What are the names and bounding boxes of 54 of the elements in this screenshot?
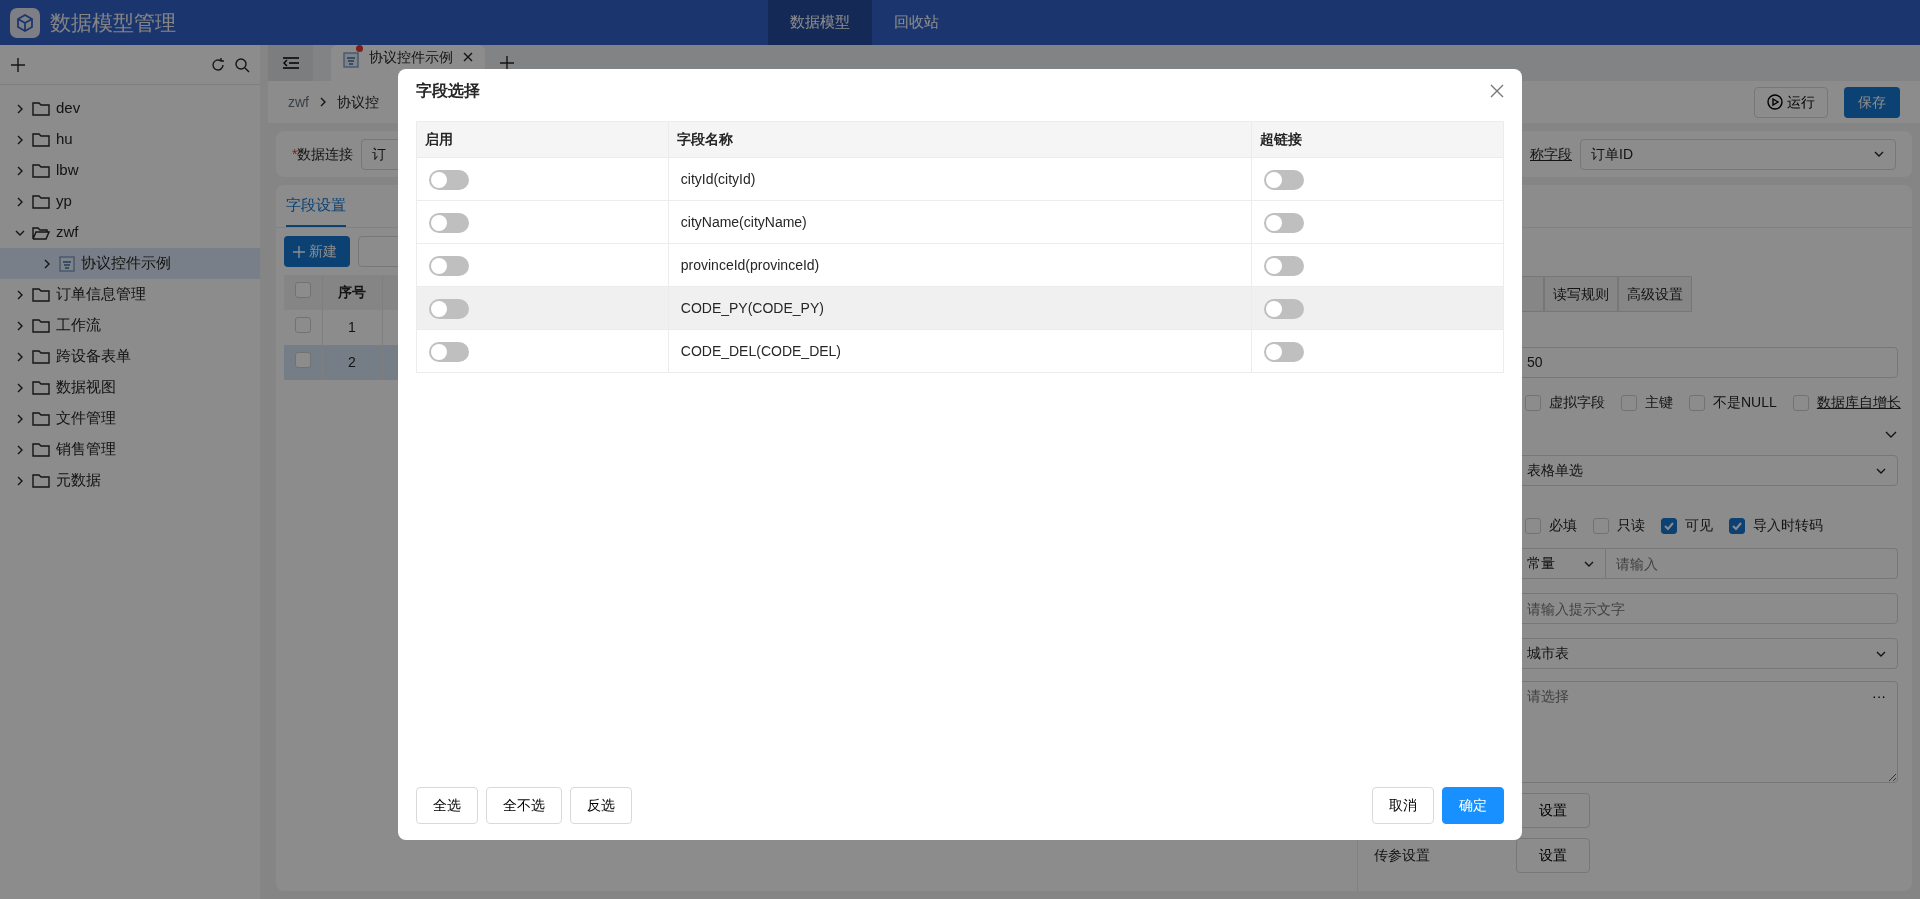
input-field[interactable]: 请输入 bbox=[1606, 548, 1898, 579]
form-label: 传参设置 bbox=[1374, 847, 1430, 863]
tree-item[interactable]: 跨设备表单 bbox=[0, 341, 260, 372]
breadcrumb-item[interactable]: 协议控 bbox=[337, 91, 379, 113]
tree-item[interactable]: 工作流 bbox=[0, 310, 260, 341]
tree-item[interactable]: 销售管理 bbox=[0, 434, 260, 465]
form-label: 数据连接 bbox=[297, 144, 354, 164]
tree-item[interactable]: zwf bbox=[0, 217, 260, 248]
dialog-title: 字段选择 bbox=[416, 81, 480, 101]
column-header: 启用 bbox=[416, 121, 669, 158]
run-button[interactable]: 运行 bbox=[1754, 86, 1828, 118]
settings-button[interactable]: 设置 bbox=[1516, 838, 1590, 873]
save-button[interactable]: 保存 bbox=[1844, 86, 1900, 118]
checkbox-link[interactable]: 数据库自增长 bbox=[1816, 392, 1901, 413]
tree-item[interactable]: 订单信息管理 bbox=[0, 279, 260, 310]
checkbox-label: 导入时转码 bbox=[1753, 516, 1823, 535]
column-header: 字段名称 bbox=[668, 121, 1252, 158]
app-title: 数据模型管理 bbox=[50, 9, 176, 36]
table-cell: cityId(cityId) bbox=[668, 157, 1252, 201]
table-cell: CODE_DEL(CODE_DEL) bbox=[668, 329, 1252, 373]
tree-item[interactable]: 文件管理 bbox=[0, 403, 260, 434]
dialog-button[interactable]: 全选 bbox=[416, 786, 478, 824]
tree-item[interactable]: 数据视图 bbox=[0, 372, 260, 403]
dialog-button[interactable]: 全不选 bbox=[486, 786, 562, 824]
column-header: 超链接 bbox=[1251, 121, 1504, 158]
tree-item[interactable]: yp bbox=[0, 186, 260, 217]
table-cell: CODE_PY(CODE_PY) bbox=[668, 286, 1252, 330]
column-header: 序号 bbox=[322, 275, 382, 310]
checkbox-label: 只读 bbox=[1617, 516, 1645, 535]
tree-item[interactable]: hu bbox=[0, 124, 260, 155]
breadcrumb-item[interactable]: zwf bbox=[288, 91, 309, 113]
checkbox-label: 虚拟字段 bbox=[1549, 393, 1605, 412]
tab[interactable]: 字段设置 bbox=[286, 185, 346, 227]
checkbox-label: 主键 bbox=[1645, 393, 1673, 412]
checkbox-label: 必填 bbox=[1549, 516, 1577, 535]
table-cell: cityName(cityName) bbox=[668, 200, 1252, 244]
table-cell: 2 bbox=[322, 345, 382, 380]
tree-item[interactable]: dev bbox=[0, 93, 260, 124]
checkbox-label: 不是NULL bbox=[1713, 393, 1777, 412]
required-mark: * bbox=[292, 144, 298, 164]
tree-item[interactable]: 元数据 bbox=[0, 465, 260, 496]
form-label[interactable]: 称字段 bbox=[1530, 143, 1572, 165]
tab[interactable]: 高级设置 bbox=[1618, 276, 1692, 312]
nav-tab[interactable]: 回收站 bbox=[872, 0, 961, 45]
cancel-button[interactable]: 取消 bbox=[1372, 786, 1434, 824]
confirm-button[interactable]: 确定 bbox=[1442, 786, 1504, 824]
tree-item[interactable]: 协议控件示例 bbox=[0, 248, 260, 279]
new-button[interactable]: 新建 bbox=[284, 236, 350, 267]
select-field[interactable]: 订单ID bbox=[1580, 138, 1896, 170]
checkbox-label: 可见 bbox=[1685, 516, 1713, 535]
tab[interactable]: 读写规则 bbox=[1544, 276, 1618, 312]
nav-tab[interactable]: 数据模型 bbox=[768, 0, 872, 45]
dialog-button[interactable]: 反选 bbox=[570, 786, 632, 824]
tree-item[interactable]: lbw bbox=[0, 155, 260, 186]
